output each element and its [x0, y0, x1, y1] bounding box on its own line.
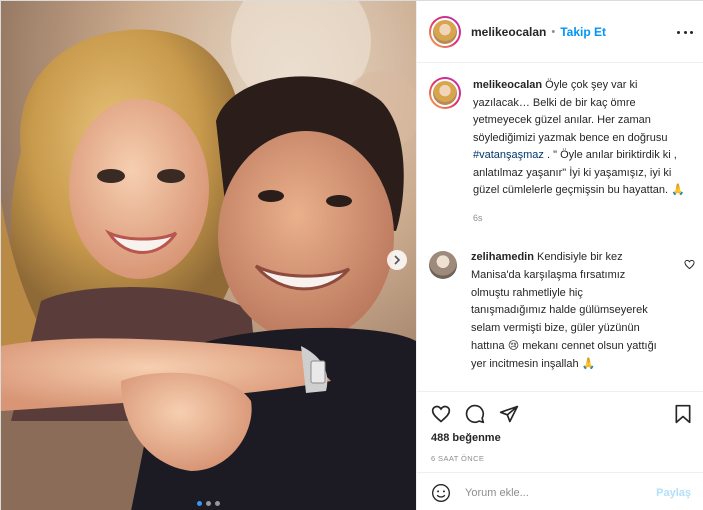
- post-photo[interactable]: [1, 1, 416, 510]
- post-comment-button[interactable]: Paylaş: [656, 487, 691, 499]
- header-separator: •: [551, 25, 556, 38]
- caption-time: 6s: [473, 212, 483, 223]
- bookmark-icon[interactable]: [673, 404, 693, 424]
- instagram-post: melikeocalan • Takip Et melikeocalan Öyl…: [0, 0, 703, 510]
- caption-avatar[interactable]: [429, 77, 461, 109]
- commenter-avatar[interactable]: [429, 251, 457, 279]
- emoji-icon[interactable]: [431, 483, 451, 503]
- post-timestamp: 6 SAAT ÖNCE: [431, 454, 485, 463]
- post-caption: melikeocalan Öyle çok şey var ki yazılac…: [429, 77, 693, 227]
- caption-hashtag[interactable]: #vatanşaşmaz: [473, 149, 544, 161]
- add-comment-bar: Paylaş: [417, 472, 703, 510]
- caption-username[interactable]: melikeocalan: [473, 79, 542, 91]
- post-actions: 488 beğenme 6 SAAT ÖNCE Paylaş: [417, 391, 703, 510]
- post-details-panel: melikeocalan • Takip Et melikeocalan Öyl…: [416, 1, 703, 510]
- comment-text: zelihamedin Kendisiyle bir kez Manisa'da…: [471, 249, 661, 374]
- likes-count[interactable]: 488 beğenme: [431, 432, 501, 444]
- share-icon[interactable]: [499, 404, 519, 424]
- carousel-dot-3: [215, 501, 220, 506]
- post-header: melikeocalan • Takip Et: [417, 1, 703, 63]
- follow-button[interactable]: Takip Et: [560, 25, 606, 39]
- comment-icon[interactable]: [465, 404, 485, 424]
- comments-section[interactable]: melikeocalan Öyle çok şey var ki yazılac…: [417, 63, 703, 391]
- more-options-button[interactable]: [677, 25, 693, 39]
- comment-like-icon[interactable]: [684, 259, 695, 270]
- next-slide-button[interactable]: [387, 250, 407, 270]
- carousel-indicator: [1, 501, 416, 506]
- commenter-username[interactable]: zelihamedin: [471, 251, 534, 263]
- comment-item: zelihamedin Kendisiyle bir kez Manisa'da…: [429, 249, 699, 374]
- comment-input[interactable]: [465, 486, 657, 499]
- author-avatar[interactable]: [429, 15, 461, 48]
- heart-icon[interactable]: [431, 404, 451, 424]
- comment-body: Kendisiyle bir kez Manisa'da karşılaşma …: [471, 251, 657, 370]
- carousel-dot-2: [206, 501, 211, 506]
- author-username[interactable]: melikeocalan: [471, 25, 546, 39]
- caption-text: melikeocalan Öyle çok şey var ki yazılac…: [473, 77, 693, 227]
- chevron-right-icon: [394, 255, 401, 265]
- more-icon: [677, 30, 680, 34]
- carousel-dot-1: [197, 501, 202, 506]
- couple-photo-illustration: [1, 1, 416, 510]
